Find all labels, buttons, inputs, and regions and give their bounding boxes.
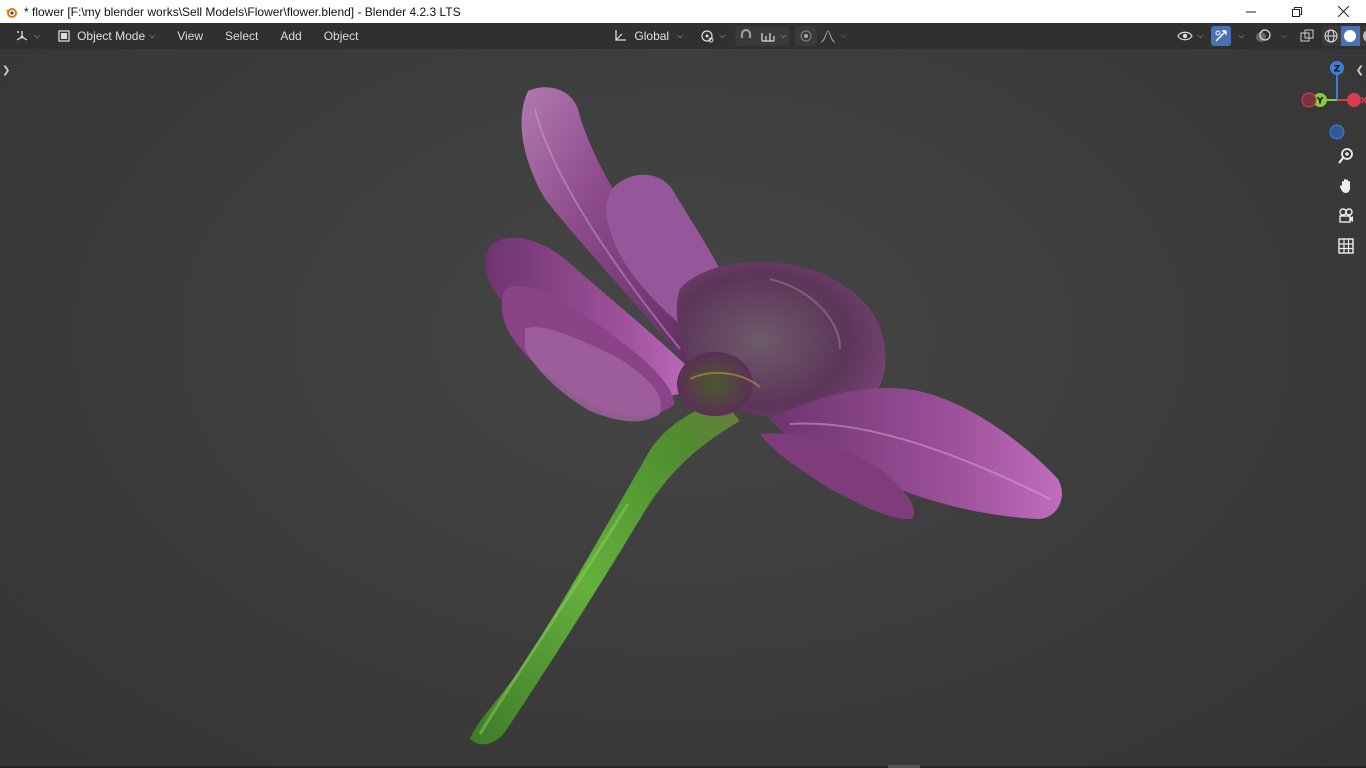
restore-button[interactable] — [1274, 0, 1320, 23]
chevron-down-icon: ⌵ — [840, 31, 847, 40]
gizmo-group: ⌵ — [1211, 26, 1247, 46]
menu-object[interactable]: Object — [316, 26, 367, 46]
xray-toggle[interactable] — [1296, 26, 1318, 46]
proportional-edit-icon — [798, 28, 814, 44]
mode-label: Object Mode — [77, 29, 146, 43]
overlay-group: ⌵ — [1252, 26, 1290, 46]
minimize-icon — [1246, 11, 1256, 12]
chevron-down-icon: ⌵ — [34, 31, 41, 40]
blender-logo-icon — [4, 5, 18, 19]
falloff-dropdown[interactable]: ⌵ — [817, 26, 849, 46]
gizmo-neg-z-axis[interactable] — [1329, 124, 1345, 140]
orientation-label: Global — [634, 29, 670, 43]
gizmo-neg-x-axis[interactable] — [1301, 92, 1317, 108]
mode-dropdown[interactable]: Object Mode ⌵ — [50, 26, 161, 46]
xray-icon — [1299, 28, 1315, 44]
gizmo-x-label: X — [1361, 97, 1366, 107]
shading-modes — [1321, 26, 1366, 46]
chevron-down-icon: ⌵ — [719, 31, 726, 40]
chevron-down-icon: ⌵ — [149, 31, 156, 40]
menu-view[interactable]: View — [169, 26, 211, 46]
minimize-button[interactable] — [1228, 0, 1274, 23]
camera-view-button[interactable] — [1334, 204, 1358, 228]
ortho-toggle-button[interactable] — [1334, 234, 1358, 258]
shading-material-button[interactable] — [1360, 26, 1366, 46]
zoom-button[interactable] — [1334, 144, 1358, 168]
menu-select[interactable]: Select — [217, 26, 266, 46]
pan-button[interactable] — [1334, 174, 1358, 198]
object-mode-icon — [56, 28, 72, 44]
pivot-point-dropdown[interactable]: ⌵ — [693, 26, 731, 46]
flower-model[interactable] — [0, 49, 1366, 768]
3d-viewport[interactable]: ❯ ❮ Z Y X — [0, 49, 1366, 768]
ortho-grid-icon — [1338, 238, 1354, 254]
gizmo-icon — [1213, 28, 1229, 44]
eye-icon — [1177, 28, 1194, 44]
snap-increment-icon — [760, 28, 776, 44]
overlay-toggle[interactable] — [1252, 26, 1274, 46]
3d-viewport-icon — [14, 28, 30, 44]
proportional-edit-toggle[interactable] — [795, 26, 818, 46]
close-button[interactable] — [1320, 0, 1366, 23]
overlay-dropdown[interactable]: ⌵ — [1274, 26, 1290, 46]
gizmo-y-label: Y — [1316, 97, 1324, 107]
blender-window: * flower [F:\my blender works\Sell Model… — [0, 0, 1366, 768]
transform-orientation-dropdown[interactable]: Global ⌵ — [606, 26, 689, 46]
shading-wireframe-button[interactable] — [1322, 26, 1341, 46]
gizmo-dropdown[interactable]: ⌵ — [1231, 26, 1247, 46]
snap-target-dropdown[interactable]: ⌵ — [757, 26, 789, 46]
gizmo-z-label: Z — [1334, 65, 1341, 75]
window-controls — [1228, 0, 1366, 23]
navigation-gizmo[interactable]: Z Y X — [1286, 49, 1366, 149]
hand-pan-icon — [1339, 179, 1350, 193]
overlay-icon — [1255, 28, 1271, 44]
zoom-icon — [1338, 148, 1353, 164]
pivot-point-icon — [699, 28, 715, 44]
visibility-dropdown[interactable]: ⌵ — [1171, 26, 1209, 46]
restore-icon — [1292, 6, 1302, 17]
window-title: * flower [F:\my blender works\Sell Model… — [24, 4, 461, 19]
material-sphere-icon — [1363, 30, 1366, 42]
orientation-axes-icon — [612, 28, 628, 44]
navigation-tools — [1334, 144, 1358, 258]
window-titlebar: * flower [F:\my blender works\Sell Model… — [0, 0, 1366, 23]
snap-magnet-icon — [738, 28, 754, 44]
chevron-down-icon: ⌵ — [780, 31, 787, 40]
chevron-down-icon: ⌵ — [1280, 31, 1287, 40]
snap-toggle[interactable] — [735, 26, 757, 46]
solid-sphere-icon — [1344, 30, 1357, 42]
camera-view-icon — [1339, 208, 1353, 223]
menu-add[interactable]: Add — [272, 26, 309, 46]
chevron-down-icon: ⌵ — [677, 31, 684, 40]
editor-type-dropdown[interactable]: ⌵ — [8, 26, 46, 46]
wireframe-sphere-icon — [1324, 29, 1338, 43]
chevron-down-icon: ⌵ — [1197, 31, 1204, 40]
falloff-curve-icon — [820, 28, 836, 44]
snap-group: ⌵ — [735, 26, 790, 46]
proportional-group: ⌵ — [795, 26, 849, 46]
gizmo-toggle[interactable] — [1211, 26, 1232, 46]
viewport-header: ⌵ Object Mode ⌵ View Select Add Object G… — [0, 23, 1366, 49]
close-icon — [1337, 6, 1349, 17]
chevron-down-icon: ⌵ — [1238, 31, 1245, 40]
shading-solid-button[interactable] — [1340, 26, 1360, 46]
